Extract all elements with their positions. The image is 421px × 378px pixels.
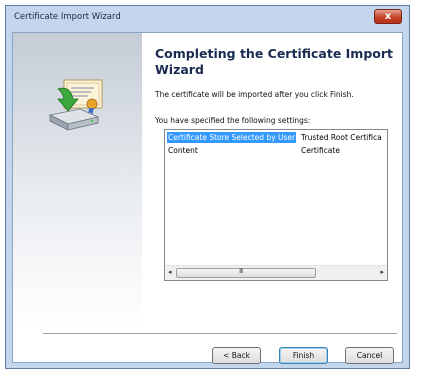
horizontal-scrollbar[interactable]: ◂ III ▸: [165, 265, 387, 280]
close-button[interactable]: x: [374, 9, 402, 24]
settings-list[interactable]: Certificate Store Selected by User Trust…: [164, 129, 388, 281]
scroll-left-icon[interactable]: ◂: [168, 268, 172, 276]
certificate-import-icon: [48, 79, 103, 131]
footer-divider: [43, 333, 397, 335]
certificate-import-wizard-window: Certificate Import Wizard x Completing t…: [5, 5, 410, 369]
setting-name: Certificate Store Selected by User: [167, 132, 297, 143]
wizard-side-panel: [13, 33, 142, 325]
close-icon: x: [384, 11, 392, 22]
page-title: Completing the Certificate Import Wizard: [155, 46, 394, 77]
setting-name: Content: [168, 146, 198, 155]
setting-value: Trusted Root Certifica: [301, 133, 382, 142]
cancel-button[interactable]: Cancel: [345, 347, 394, 364]
grip-icon: III: [239, 267, 243, 275]
back-button[interactable]: < Back: [212, 347, 261, 364]
page-description: The certificate will be imported after y…: [155, 90, 354, 99]
list-item[interactable]: Content Certificate: [165, 145, 387, 156]
list-item[interactable]: Certificate Store Selected by User Trust…: [165, 132, 387, 143]
wizard-body: Completing the Certificate Import Wizard…: [12, 32, 403, 364]
settings-label: You have specified the following setting…: [155, 116, 311, 125]
scroll-right-icon[interactable]: ▸: [380, 268, 384, 276]
scrollbar-thumb[interactable]: III: [176, 267, 316, 278]
window-title: Certificate Import Wizard: [14, 12, 121, 22]
setting-value: Certificate: [301, 146, 340, 155]
title-bar[interactable]: Certificate Import Wizard x: [6, 6, 409, 30]
finish-button[interactable]: Finish: [279, 347, 328, 364]
